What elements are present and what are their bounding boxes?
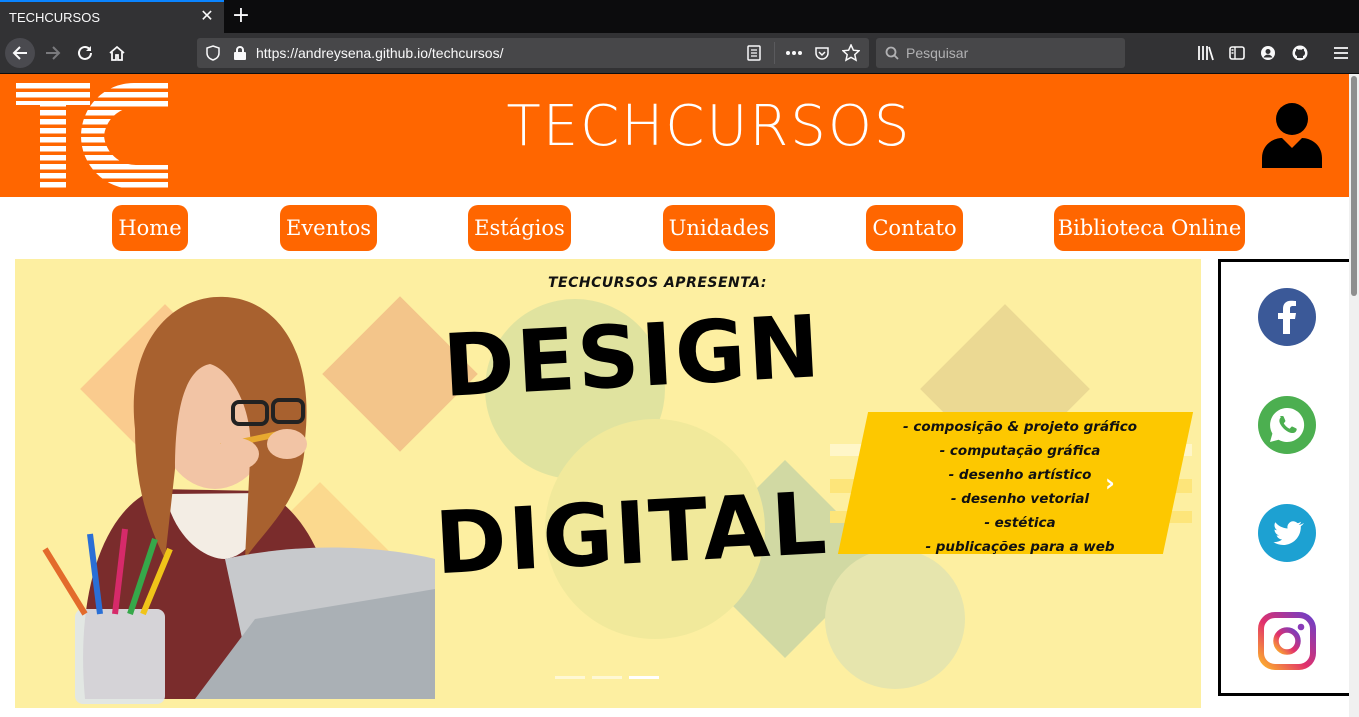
- banner-title-line-2: DIGITAL: [432, 473, 831, 595]
- social-links: [1218, 259, 1349, 696]
- carousel-indicator-1[interactable]: [555, 676, 585, 679]
- forward-button[interactable]: [38, 38, 68, 68]
- banner-presents-text: TECHCURSOS APRESENTA:: [548, 275, 767, 291]
- tab-close-icon[interactable]: ✕: [198, 8, 216, 26]
- lock-icon[interactable]: [233, 45, 247, 61]
- reader-icon[interactable]: [746, 45, 762, 61]
- github-icon: [1292, 45, 1308, 61]
- active-tab[interactable]: TECHCURSOS ✕: [0, 0, 224, 33]
- library-button[interactable]: [1195, 42, 1217, 64]
- home-icon: [109, 45, 125, 61]
- account-button[interactable]: [1257, 42, 1279, 64]
- facebook-icon[interactable]: [1258, 288, 1316, 346]
- topic-item: - estética: [984, 515, 1056, 531]
- account-icon: [1261, 46, 1275, 60]
- main-menu: Home Eventos Estágios Unidades Contato B…: [0, 205, 1349, 253]
- pocket-icon[interactable]: [814, 45, 830, 61]
- topic-item: - publicações para a web: [925, 539, 1115, 555]
- menu-icon: [1334, 47, 1348, 59]
- tab-bar: TECHCURSOS ✕ +: [0, 0, 1359, 33]
- sidebar-icon: [1229, 46, 1245, 60]
- reload-button[interactable]: [70, 38, 100, 68]
- star-icon[interactable]: [842, 44, 860, 62]
- app-menu-button[interactable]: [1330, 42, 1352, 64]
- web-page: TECHCURSOS Home Eventos Estágios Unidade…: [0, 74, 1349, 717]
- carousel-banner[interactable]: TECHCURSOS APRESENTA: DESIGN DIGITAL - c…: [15, 259, 1201, 708]
- shield-icon[interactable]: [205, 45, 221, 61]
- home-button[interactable]: [102, 38, 132, 68]
- search-placeholder: Pesquisar: [906, 45, 969, 61]
- sidebar-button[interactable]: [1226, 42, 1248, 64]
- menu-item-unidades[interactable]: Unidades: [663, 205, 775, 251]
- carousel-indicator-2[interactable]: [592, 676, 622, 679]
- menu-item-eventos[interactable]: Eventos: [280, 205, 377, 251]
- user-icon[interactable]: [1262, 102, 1322, 168]
- navigation-toolbar: https://andreysena.github.io/techcursos/…: [0, 33, 1359, 74]
- tc-logo[interactable]: [16, 83, 168, 189]
- topic-item: - computação gráfica: [939, 443, 1101, 459]
- reload-icon: [78, 45, 92, 60]
- library-icon: [1198, 46, 1214, 61]
- banner-title-line-1: DESIGN: [440, 297, 824, 417]
- tab-title: TECHCURSOS: [9, 10, 101, 25]
- github-button[interactable]: [1289, 42, 1311, 64]
- search-icon: [885, 46, 899, 60]
- carousel-next-icon[interactable]: ›: [1098, 468, 1122, 498]
- menu-item-estagios[interactable]: Estágios: [468, 205, 571, 251]
- carousel-indicator-3[interactable]: [629, 676, 659, 679]
- back-button[interactable]: [5, 38, 35, 68]
- url-bar[interactable]: https://andreysena.github.io/techcursos/: [197, 38, 869, 68]
- search-bar[interactable]: Pesquisar: [876, 38, 1125, 68]
- more-icon[interactable]: [786, 51, 802, 55]
- instagram-icon[interactable]: [1258, 612, 1316, 670]
- forward-icon: [46, 46, 61, 60]
- menu-item-contato[interactable]: Contato: [866, 205, 963, 251]
- menu-item-home[interactable]: Home: [112, 205, 188, 251]
- topic-item: - composição & projeto gráfico: [903, 419, 1137, 435]
- site-title: TECHCURSOS: [506, 94, 912, 159]
- back-icon: [12, 46, 27, 60]
- whatsapp-icon[interactable]: [1258, 396, 1316, 454]
- page-scrollbar-thumb[interactable]: [1351, 76, 1357, 296]
- urlbar-divider: [774, 42, 775, 64]
- menu-item-biblioteca-online[interactable]: Biblioteca Online: [1054, 205, 1245, 251]
- new-tab-button[interactable]: +: [230, 3, 252, 29]
- url-text[interactable]: https://andreysena.github.io/techcursos/: [256, 45, 503, 61]
- twitter-icon[interactable]: [1258, 504, 1316, 562]
- site-header: TECHCURSOS: [0, 74, 1349, 197]
